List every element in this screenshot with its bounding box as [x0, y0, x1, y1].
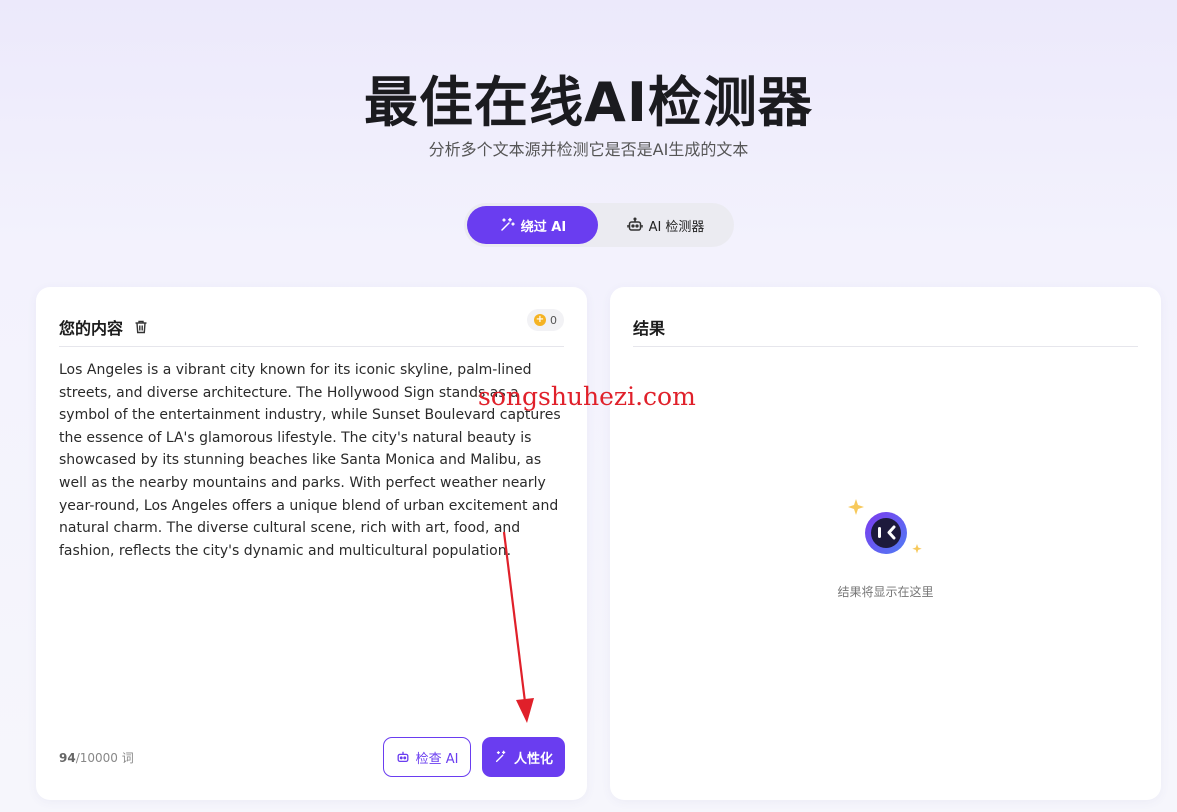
humanize-button[interactable]: 人性化	[482, 737, 565, 777]
humanize-label: 人性化	[513, 751, 553, 767]
credits-badge: + 0	[527, 309, 564, 331]
input-card-title: 您的内容	[59, 318, 124, 338]
page-subtitle: 分析多个文本源并检测它是否是AI生成的文本	[428, 140, 749, 159]
tab-bypass-ai-label: 绕过 AI	[520, 219, 567, 235]
robot-face-icon	[847, 499, 922, 554]
trash-icon[interactable]	[133, 319, 149, 335]
tab-bypass-ai[interactable]: 绕过 AI	[467, 206, 598, 244]
credits-count: 0	[550, 313, 557, 327]
word-count-value: 94	[59, 751, 76, 765]
check-ai-button[interactable]: 检查 AI	[383, 737, 471, 777]
robot-icon	[626, 217, 643, 231]
mode-toggle: 绕过 AI AI 检测器	[464, 203, 734, 247]
word-count: 94/10000 词	[59, 749, 134, 766]
result-empty-text: 结果将显示在这里	[837, 585, 934, 599]
input-card-header: 您的内容 + 0	[59, 307, 564, 347]
input-card: 您的内容 + 0 Los Angeles is a vibrant city k…	[36, 287, 587, 800]
page-title: 最佳在线AI检测器	[364, 71, 813, 134]
magic-wand-icon	[495, 750, 506, 763]
tab-ai-detector-label: AI 检测器	[648, 219, 705, 235]
magic-wand-icon	[501, 217, 515, 231]
result-card: 结果 结果将显示在这里	[610, 287, 1161, 800]
check-ai-label: 检查 AI	[415, 751, 459, 767]
coin-icon: +	[534, 314, 546, 326]
result-empty-state: 结果将显示在这里	[610, 497, 1161, 600]
word-limit: /10000 词	[75, 751, 134, 765]
result-card-header: 结果	[633, 307, 1138, 347]
content-textarea[interactable]: Los Angeles is a vibrant city known for …	[59, 359, 569, 562]
result-card-title: 结果	[633, 318, 666, 338]
tab-ai-detector[interactable]: AI 检测器	[600, 206, 731, 244]
robot-icon	[397, 751, 409, 763]
